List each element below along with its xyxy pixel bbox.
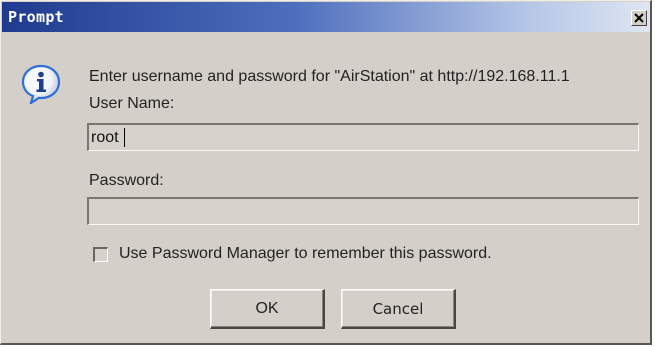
prompt-message: Enter username and password for "AirStat… (89, 68, 570, 85)
text-caret (124, 128, 125, 147)
close-button[interactable] (631, 10, 647, 26)
window-title: Prompt (8, 8, 64, 26)
ok-button[interactable]: OK (210, 289, 325, 329)
remember-password-label[interactable]: Use Password Manager to remember this pa… (119, 245, 492, 263)
password-field[interactable] (87, 197, 639, 225)
password-label: Password: (89, 172, 164, 189)
username-field[interactable] (87, 123, 639, 151)
remember-password-checkbox[interactable] (93, 247, 108, 262)
info-icon (21, 64, 61, 104)
close-icon (634, 13, 644, 23)
title-bar[interactable]: Prompt (2, 2, 650, 32)
cancel-button[interactable]: Cancel (341, 289, 456, 329)
username-label: User Name: (89, 95, 175, 112)
prompt-dialog: Prompt Enter username and password for "… (0, 0, 652, 345)
